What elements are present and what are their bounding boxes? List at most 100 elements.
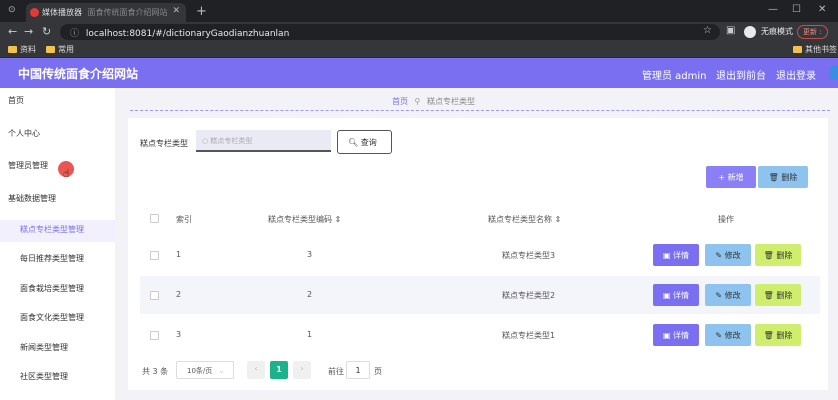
browser-tabbar: ⊙ 媒体播放器 面食传统面食介绍网站 ✕ + — ☐ ✕: [0, 0, 838, 22]
sidebar-item-basic-data[interactable]: 基础数据管理: [8, 193, 56, 204]
detail-button[interactable]: ▣ 详情: [653, 284, 699, 306]
breadcrumb-current: 糕点专栏类型: [426, 97, 475, 106]
detail-icon: ▣: [662, 291, 674, 300]
address-bar[interactable]: ⓘ localhost:8081/#/dictionaryGaodianzhua…: [60, 24, 720, 40]
minimize-icon[interactable]: —: [768, 4, 778, 15]
reload-icon[interactable]: ↻: [42, 25, 51, 38]
row-code: 1: [307, 330, 313, 339]
forward-icon[interactable]: →: [24, 25, 33, 38]
next-page-icon[interactable]: ›: [293, 361, 311, 379]
tab-search-icon[interactable]: ⊙: [8, 5, 16, 15]
header-edge-icon[interactable]: [829, 66, 838, 80]
logout-link[interactable]: 退出登录: [776, 67, 816, 82]
new-tab-icon[interactable]: +: [196, 4, 207, 19]
sidebar-subitem-pastry-type[interactable]: 糕点专栏类型管理: [20, 224, 84, 235]
col-code[interactable]: 糕点专栏类型编码 ⇕: [268, 214, 341, 225]
row-code: 3: [307, 250, 313, 259]
sidebar-item-profile[interactable]: 个人中心: [8, 128, 40, 139]
breadcrumb: 首页 ⚲ 糕点专栏类型: [392, 96, 475, 107]
other-bookmarks[interactable]: 其他书签: [793, 44, 837, 55]
detail-icon: ▣: [662, 251, 674, 260]
search-label: 糕点专栏类型: [140, 139, 188, 148]
row-index: 3: [176, 330, 182, 339]
table-row: 1 3 糕点专栏类型3 ▣ 详情 ✎ 修改 🗑︎ 删除: [140, 236, 820, 274]
prev-page-icon[interactable]: ‹: [247, 361, 265, 379]
edit-icon: ✎: [715, 251, 725, 260]
delete-button[interactable]: 🗑︎ 删除: [755, 244, 801, 266]
trash-icon: 🗑︎: [763, 251, 777, 260]
browser-tab[interactable]: 媒体播放器 面食传统面食介绍网站 ✕: [26, 3, 186, 22]
back-to-front-link[interactable]: 退出到前台: [716, 67, 766, 82]
incognito-label: 无痕模式: [761, 27, 793, 36]
app-header: 中国传统面食介绍网站 管理员 admin 退出到前台 退出登录: [0, 58, 838, 88]
sidebar-subitem-community-type[interactable]: 社区类型管理: [20, 371, 68, 382]
row-checkbox[interactable]: [150, 331, 159, 340]
search-input[interactable]: ○ 糕点专栏类型: [196, 130, 331, 152]
update-button[interactable]: 更新 :: [797, 25, 828, 39]
detail-icon: ▣: [662, 331, 674, 340]
select-all-checkbox[interactable]: [150, 214, 159, 223]
close-tab-icon[interactable]: ✕: [172, 6, 180, 16]
chevron-down-icon: ⌄: [218, 367, 225, 375]
sidebar-subitem-cultivation-type[interactable]: 面食栽培类型管理: [20, 283, 84, 294]
detail-button[interactable]: ▣ 详情: [653, 244, 699, 266]
table-row: 2 2 糕点专栏类型2 ▣ 详情 ✎ 修改 🗑︎ 删除: [140, 276, 820, 314]
row-name: 糕点专栏类型1: [502, 331, 556, 340]
sidebar: 首页 个人中心 管理员管理 基础数据管理 糕点专栏类型管理 每日推荐类型管理 面…: [0, 88, 115, 400]
sidebar-item-admin[interactable]: 管理员管理: [8, 160, 48, 171]
info-icon: ⓘ: [70, 29, 80, 39]
sidebar-item-home[interactable]: 首页: [8, 95, 24, 106]
bookmark-star-icon[interactable]: ☆: [703, 25, 712, 36]
goto-page-input[interactable]: 1: [346, 361, 370, 379]
folder-icon: [793, 46, 802, 53]
page-number-current[interactable]: 1: [270, 361, 288, 379]
row-checkbox[interactable]: [150, 291, 159, 300]
incognito-icon[interactable]: [744, 26, 756, 38]
table-header: 索引 糕点专栏类型编码 ⇕ 糕点专栏类型名称 ⇕ 操作: [140, 206, 820, 230]
header-divider: [130, 110, 830, 111]
delete-button[interactable]: 🗑︎ 删除: [755, 284, 801, 306]
page-size-value: 10条/页: [187, 367, 213, 375]
page-size-select[interactable]: 10条/页 ⌄: [176, 361, 234, 379]
delete-button[interactable]: 🗑︎ 删除: [755, 324, 801, 346]
maximize-icon[interactable]: ☐: [792, 4, 801, 15]
search-button[interactable]: 🔍︎ 查询: [337, 130, 392, 154]
bookmark-folder-changyong[interactable]: 常用: [46, 44, 74, 55]
back-icon[interactable]: ←: [8, 25, 17, 38]
row-code: 2: [307, 290, 313, 299]
side-panel-icon[interactable]: ▣: [726, 25, 735, 36]
sidebar-subitem-news-type[interactable]: 新闻类型管理: [20, 342, 68, 353]
row-index: 1: [176, 250, 182, 259]
row-checkbox[interactable]: [150, 251, 159, 260]
browser-navbar: ← → ↻ ⓘ localhost:8081/#/dictionaryGaodi…: [0, 22, 838, 42]
col-index: 索引: [176, 215, 192, 224]
tab-subtitle: 面食传统面食介绍网站: [87, 8, 168, 17]
site-title: 中国传统面食介绍网站: [18, 67, 139, 81]
edit-button[interactable]: ✎ 修改: [705, 244, 751, 266]
trash-icon: 🗑︎: [763, 291, 777, 300]
edit-icon: ✎: [715, 331, 725, 340]
breadcrumb-home[interactable]: 首页: [392, 97, 408, 106]
goto-prefix: 前往: [328, 367, 344, 376]
sort-icon: ⇕: [554, 215, 562, 224]
folder-icon: [8, 46, 17, 53]
bookmark-folder-ziliao[interactable]: 资料: [8, 44, 36, 55]
sidebar-subitem-daily-type[interactable]: 每日推荐类型管理: [20, 253, 84, 264]
folder-icon: [46, 46, 55, 53]
cursor-hand-icon: ☝: [63, 167, 70, 180]
row-name: 糕点专栏类型2: [502, 291, 556, 300]
pagination-total: 共 3 条: [142, 367, 169, 376]
add-button[interactable]: + 新增: [706, 166, 756, 188]
edit-button[interactable]: ✎ 修改: [705, 324, 751, 346]
close-window-icon[interactable]: ✕: [818, 4, 826, 15]
batch-delete-button[interactable]: 🗑︎ 删除: [758, 166, 808, 188]
detail-button[interactable]: ▣ 详情: [653, 324, 699, 346]
edit-icon: ✎: [715, 291, 725, 300]
trash-icon: 🗑︎: [768, 173, 782, 182]
sidebar-subitem-culture-type[interactable]: 面食文化类型管理: [20, 312, 84, 323]
edit-button[interactable]: ✎ 修改: [705, 284, 751, 306]
col-name[interactable]: 糕点专栏类型名称 ⇕: [488, 214, 561, 225]
bookmarks-bar: 资料 常用 其他书签: [0, 42, 838, 58]
tab-title: 媒体播放器: [42, 8, 82, 17]
url-text: localhost:8081/#/dictionaryGaodianzhuanl…: [85, 29, 290, 39]
